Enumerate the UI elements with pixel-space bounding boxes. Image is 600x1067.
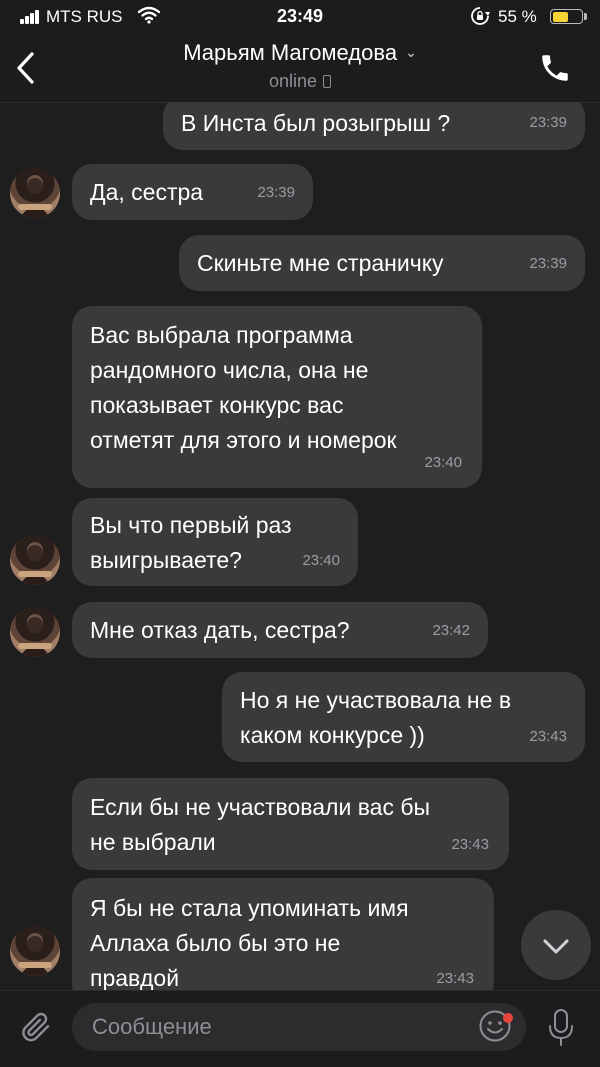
message-bubble-incoming[interactable]: Да, сестра 23:39 — [72, 164, 313, 220]
message-bubble-outgoing[interactable]: Но я не участвовала не в каком конкурсе … — [222, 672, 585, 762]
avatar[interactable] — [10, 607, 60, 657]
notification-dot — [503, 1013, 513, 1023]
message-text: Скиньте мне страничку — [197, 250, 444, 276]
scroll-down-icon — [543, 939, 569, 954]
avatar[interactable] — [10, 535, 60, 585]
message-list[interactable]: В Инста был розыгрыш ? 23:39 Да, сестра … — [0, 102, 600, 990]
attach-icon[interactable] — [18, 1007, 54, 1047]
contact-title[interactable]: Марьям Магомедова ⌄ — [0, 40, 600, 66]
message-time: 23:40 — [424, 454, 462, 471]
message-time: 23:42 — [432, 622, 470, 639]
battery-percent: 55 % — [498, 7, 537, 26]
message-bubble-incoming[interactable]: Мне отказ дать, сестра? 23:42 — [72, 602, 488, 658]
message-time: 23:39 — [529, 114, 567, 131]
message-bubble-outgoing[interactable]: Скиньте мне страничку 23:39 — [179, 235, 585, 291]
microphone-icon[interactable] — [546, 1007, 576, 1049]
message-input[interactable]: Сообщение — [72, 1003, 526, 1051]
message-bubble-incoming[interactable]: Я бы не стала упоминать имя Аллаха было … — [72, 878, 494, 990]
presence-text: online — [268, 71, 318, 91]
message-bubble-incoming[interactable]: Если бы не участвовали вас бы не выбрали… — [72, 778, 509, 870]
message-time: 23:39 — [529, 255, 567, 272]
rotation-lock-icon — [471, 7, 490, 25]
scroll-down-button[interactable] — [521, 910, 591, 980]
device-icon — [323, 75, 332, 88]
presence-status: online — [0, 71, 600, 92]
message-bubble-incoming[interactable]: Вы что первый раз выигрываете? 23:40 — [72, 498, 358, 586]
message-input-placeholder: Сообщение — [92, 1014, 212, 1039]
message-time: 23:39 — [257, 184, 295, 201]
chevron-down-icon[interactable]: ⌄ — [405, 44, 417, 61]
message-time: 23:43 — [436, 970, 474, 987]
status-bar: MTS RUS 23:49 55 % — [0, 0, 600, 34]
composer-bar: Сообщение — [0, 990, 600, 1067]
chat-header: Марьям Магомедова ⌄ online — [0, 34, 600, 103]
message-text: Я бы не стала упоминать имя Аллаха было … — [90, 895, 409, 990]
message-text: В Инста был розыгрыш ? — [181, 110, 451, 136]
message-time: 23:43 — [451, 836, 489, 853]
message-text: Если бы не участвовали вас бы не выбрали — [90, 794, 431, 855]
avatar[interactable] — [10, 168, 60, 218]
message-time: 23:40 — [302, 552, 340, 569]
battery-icon — [550, 9, 583, 24]
message-bubble-incoming[interactable]: Вас выбрала программа рандомного числа, … — [72, 306, 482, 488]
avatar[interactable] — [10, 926, 60, 976]
contact-name[interactable]: Марьям Магомедова — [183, 40, 397, 65]
battery-cap — [584, 13, 587, 20]
message-text: Вас выбрала программа рандомного числа, … — [90, 322, 397, 453]
message-bubble-outgoing[interactable]: В Инста был розыгрыш ? 23:39 — [163, 102, 585, 150]
message-text: Мне отказ дать, сестра? — [90, 617, 350, 643]
message-time: 23:43 — [529, 728, 567, 745]
phone-call-icon[interactable] — [538, 51, 572, 85]
